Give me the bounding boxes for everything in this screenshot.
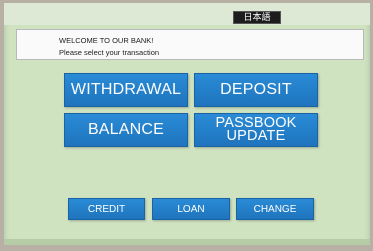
deposit-button[interactable]: DEPOSIT: [194, 73, 318, 107]
deposit-label: DEPOSIT: [220, 81, 292, 98]
change-label: CHANGE: [253, 204, 297, 215]
bottom-strip: [4, 239, 370, 245]
language-button[interactable]: 日本語: [233, 11, 281, 24]
balance-button[interactable]: BALANCE: [64, 113, 188, 147]
header-band: [4, 3, 370, 25]
message-box: WELCOME TO OUR BANK! Please select your …: [16, 29, 364, 60]
atm-bezel: 日本語 WELCOME TO OUR BANK! Please select y…: [0, 0, 373, 251]
loan-button[interactable]: LOAN: [152, 198, 230, 220]
withdrawal-label: WITHDRAWAL: [70, 81, 182, 98]
atm-screen: 日本語 WELCOME TO OUR BANK! Please select y…: [4, 3, 370, 245]
withdrawal-button[interactable]: WITHDRAWAL: [64, 73, 188, 107]
credit-label: CREDIT: [87, 204, 126, 215]
welcome-message: WELCOME TO OUR BANK!: [59, 36, 154, 45]
credit-button[interactable]: CREDIT: [68, 198, 145, 220]
change-button[interactable]: CHANGE: [236, 198, 314, 220]
passbook-update-button[interactable]: PASSBOOK UPDATE: [194, 113, 318, 147]
language-button-label: 日本語: [243, 13, 271, 23]
loan-label: LOAN: [177, 204, 205, 215]
balance-label: BALANCE: [87, 121, 165, 138]
instruction-message: Please select your transaction: [59, 48, 160, 57]
passbook-label-line2: UPDATE: [226, 128, 286, 144]
